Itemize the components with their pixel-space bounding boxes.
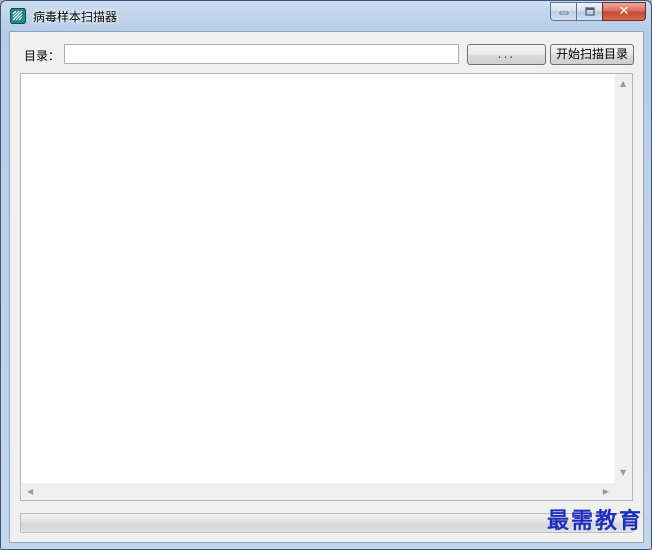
title-bar[interactable]: 病毒样本扫描器 ✕ bbox=[1, 1, 651, 31]
horizontal-scrollbar[interactable]: ◀ ▶ bbox=[21, 483, 615, 500]
directory-label: 目录： bbox=[24, 49, 61, 63]
browse-button[interactable]: ... bbox=[467, 44, 546, 65]
close-icon: ✕ bbox=[618, 4, 630, 19]
scan-progress-bar bbox=[20, 513, 633, 533]
start-scan-button[interactable]: 开始扫描目录 bbox=[550, 44, 634, 65]
scroll-up-icon[interactable]: ▲ bbox=[620, 80, 626, 88]
directory-path-input[interactable] bbox=[64, 44, 459, 64]
maximize-icon bbox=[584, 7, 595, 16]
app-logo-icon bbox=[10, 8, 26, 24]
vertical-scrollbar[interactable]: ▲ ▼ bbox=[614, 74, 632, 483]
scroll-right-icon[interactable]: ▶ bbox=[603, 488, 609, 496]
window-title: 病毒样本扫描器 bbox=[33, 10, 118, 24]
scan-results-list[interactable]: ▲ ▼ ◀ ▶ bbox=[20, 73, 633, 501]
app-window: 病毒样本扫描器 ✕ 目录： ... 开始扫描目录 ▲ ▼ ◀ ▶ 最需教育 bbox=[0, 0, 652, 550]
scrollbar-corner bbox=[615, 483, 632, 500]
scroll-left-icon[interactable]: ◀ bbox=[27, 488, 33, 496]
minimize-icon bbox=[559, 11, 568, 14]
caption-buttons: ✕ bbox=[550, 2, 646, 22]
close-button[interactable]: ✕ bbox=[602, 2, 646, 21]
client-area: 目录： ... 开始扫描目录 ▲ ▼ ◀ ▶ bbox=[9, 31, 644, 543]
watermark-text: 最需教育 bbox=[546, 508, 643, 534]
maximize-button[interactable] bbox=[576, 2, 602, 21]
minimize-button[interactable] bbox=[550, 2, 576, 21]
scroll-down-icon[interactable]: ▼ bbox=[620, 469, 626, 477]
